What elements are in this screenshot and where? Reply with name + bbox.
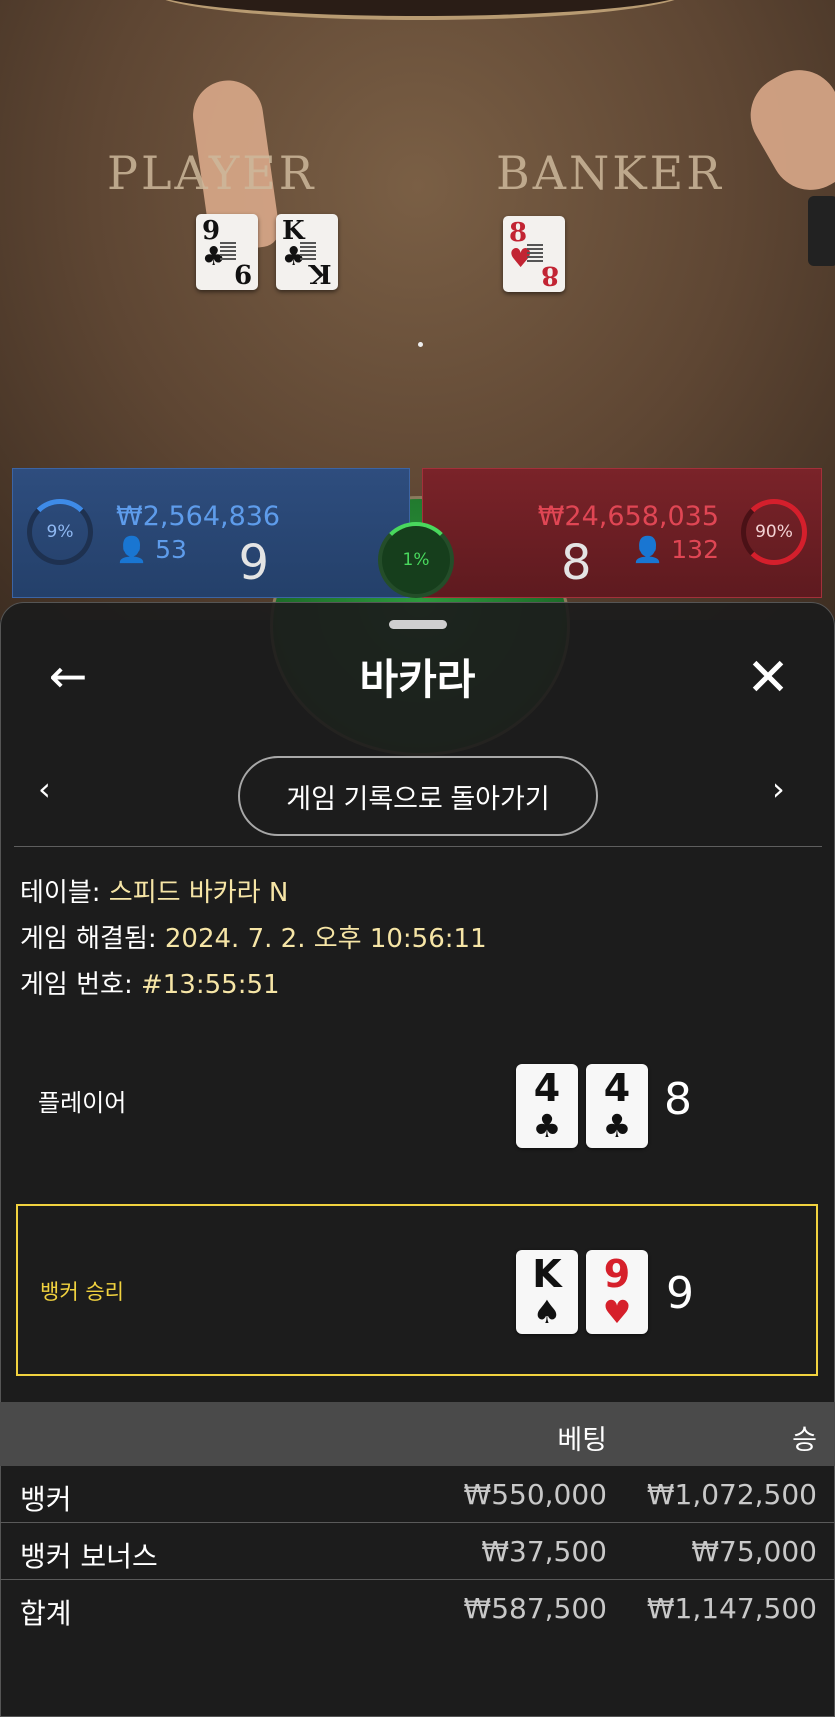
bet-amount: ₩550,000 xyxy=(463,1478,607,1511)
bet-name: 뱅커 xyxy=(20,1483,72,1516)
table-row: 합계 ₩587,500 ₩1,147,500 xyxy=(0,1580,835,1636)
win-amount: ₩1,147,500 xyxy=(646,1592,817,1625)
player-count: 👤 53 xyxy=(116,535,187,564)
playing-card: 4 ♣ xyxy=(516,1064,578,1148)
player-total-amount: ₩2,564,836 xyxy=(116,501,281,532)
sheet-drag-handle[interactable] xyxy=(389,620,447,629)
banker-win-label: 뱅커 승리 xyxy=(40,1280,124,1304)
player-hand-row: 플레이어 4 ♣ 4 ♣ 8 xyxy=(16,1018,818,1190)
table-edge xyxy=(150,0,690,20)
banker-hand-total: 9 xyxy=(666,1268,694,1319)
game-number-info: 게임 번호: #13:55:51 xyxy=(20,970,280,1000)
game-screen: PLAYER BANKER 9 ♣ 9 K ♣ K 8 ♥ 8 9% ₩2,564,8… xyxy=(0,0,835,1717)
table-row: 뱅커 보너스 ₩37,500 ₩75,000 xyxy=(0,1523,835,1579)
banker-percent-ring: 90% xyxy=(741,499,807,565)
table-info: 테이블: 스피드 바카라 N xyxy=(20,878,289,908)
back-to-history-button[interactable]: 게임 기록으로 돌아가기 xyxy=(238,756,598,836)
player-hand-total: 8 xyxy=(664,1074,692,1125)
table-card: 8 ♥ 8 xyxy=(503,216,565,292)
resolved-info: 게임 해결됨: 2024. 7. 2. 오후 10:56:11 xyxy=(20,924,487,954)
back-arrow-icon[interactable]: ← xyxy=(40,648,96,704)
felt-banker-label: BANKER xyxy=(496,146,724,200)
bet-name: 뱅커 보너스 xyxy=(20,1540,158,1573)
bet-name: 합계 xyxy=(20,1597,72,1630)
player-hand-label: 플레이어 xyxy=(38,1089,127,1117)
bet-column-header: 베팅 xyxy=(557,1425,607,1456)
banker-total-amount: ₩24,658,035 xyxy=(537,501,719,532)
tie-percent-ring: 1% xyxy=(378,522,454,598)
player-score: 9 xyxy=(238,535,269,591)
chevron-left-icon[interactable]: ‹ xyxy=(38,770,51,808)
banker-hand-row: 뱅커 승리 K ♠ 9 ♥ 9 xyxy=(16,1204,818,1376)
bet-amount: ₩37,500 xyxy=(481,1535,607,1568)
close-icon[interactable]: ✕ xyxy=(738,648,798,708)
banker-bet-bar: ₩24,658,035 👤 132 8 90% xyxy=(422,468,822,598)
table-card: 9 ♣ 9 xyxy=(196,214,258,290)
win-amount: ₩75,000 xyxy=(691,1535,817,1568)
win-amount: ₩1,072,500 xyxy=(646,1478,817,1511)
player-percent-ring: 9% xyxy=(27,499,93,565)
person-icon: 👤 xyxy=(632,535,664,564)
page-title: 바카라 xyxy=(359,655,476,704)
chevron-right-icon[interactable]: › xyxy=(772,770,785,808)
divider xyxy=(14,846,822,847)
card-shoe xyxy=(808,196,835,266)
playing-card: 4 ♣ xyxy=(586,1064,648,1148)
banker-count: 👤 132 xyxy=(632,535,719,564)
person-icon: 👤 xyxy=(116,535,148,564)
player-bet-bar: 9% ₩2,564,836 👤 53 9 xyxy=(12,468,410,598)
bet-amount: ₩587,500 xyxy=(463,1592,607,1625)
banker-score: 8 xyxy=(561,535,592,591)
win-column-header: 승 xyxy=(792,1425,817,1456)
dealer-hand xyxy=(736,55,835,205)
playing-card: K ♠ xyxy=(516,1250,578,1334)
playing-card: 9 ♥ xyxy=(586,1250,648,1334)
table-card: K ♣ K xyxy=(276,214,338,290)
table-row: 뱅커 ₩550,000 ₩1,072,500 xyxy=(0,1466,835,1522)
bets-table-header: 베팅 승 xyxy=(0,1402,835,1466)
felt-marker xyxy=(418,342,423,347)
felt-player-label: PLAYER xyxy=(107,146,317,200)
